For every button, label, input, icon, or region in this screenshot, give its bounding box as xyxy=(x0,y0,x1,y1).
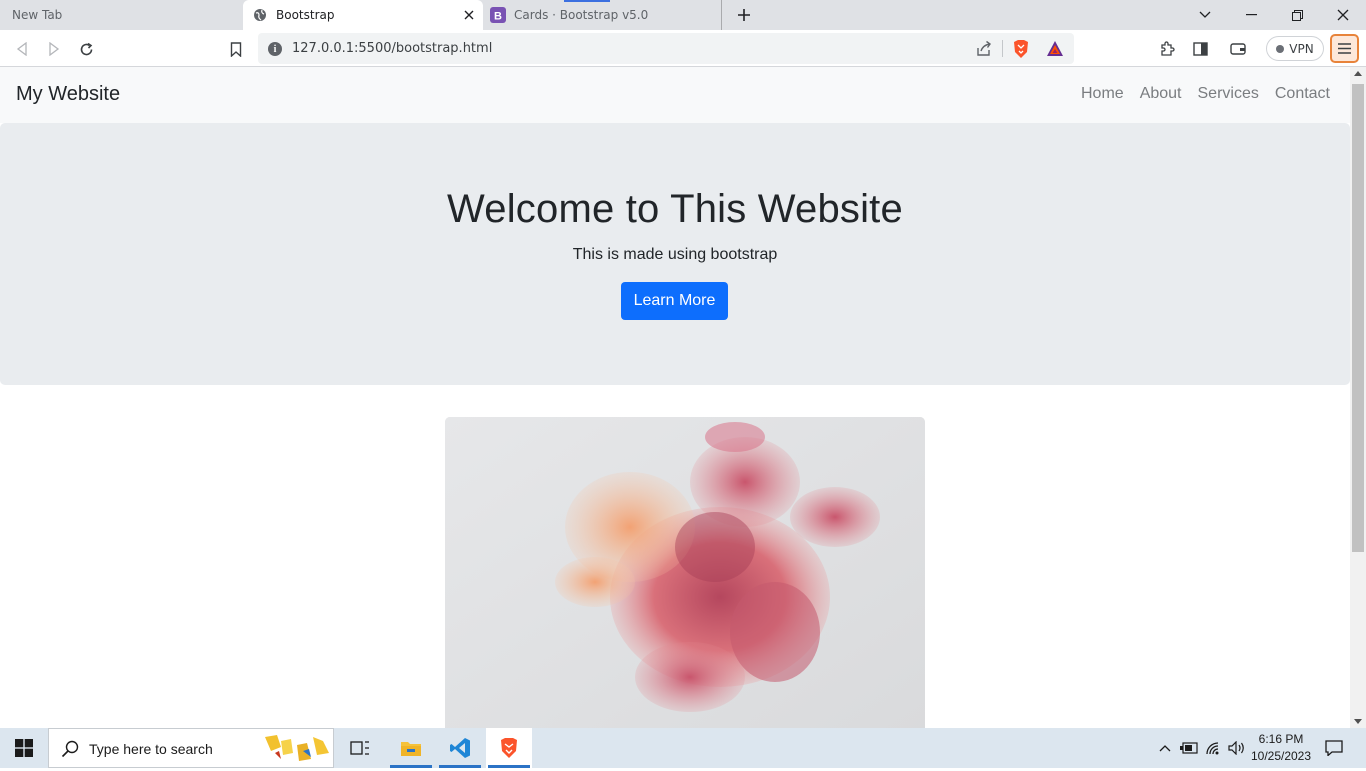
scroll-up-arrow-icon[interactable] xyxy=(1354,71,1362,76)
brave-browser-icon[interactable] xyxy=(486,728,532,768)
hero-jumbotron: Welcome to This Website This is made usi… xyxy=(0,123,1350,385)
tab-cards-bootstrap[interactable]: B Cards · Bootstrap v5.0 xyxy=(484,0,722,30)
close-tab-icon[interactable] xyxy=(461,7,477,23)
back-arrow-icon[interactable] xyxy=(10,37,34,61)
address-bar-divider xyxy=(1002,40,1003,57)
vpn-button[interactable]: VPN xyxy=(1266,36,1324,61)
hamburger-menu-icon[interactable] xyxy=(1330,34,1359,63)
vscode-icon[interactable] xyxy=(437,728,483,768)
hero-heading: Welcome to This Website xyxy=(447,187,903,231)
nav-link-home[interactable]: Home xyxy=(1073,85,1132,103)
bookmark-icon[interactable] xyxy=(224,37,248,61)
notifications-icon[interactable] xyxy=(1320,728,1348,768)
svg-text:B: B xyxy=(494,11,502,23)
tab-title: Bootstrap xyxy=(276,8,335,22)
sidebar-icon[interactable] xyxy=(1188,37,1212,61)
nav-link-contact[interactable]: Contact xyxy=(1267,85,1338,103)
restore-button[interactable] xyxy=(1274,0,1320,30)
tab-title: New Tab xyxy=(12,8,63,22)
scroll-down-arrow-icon[interactable] xyxy=(1354,719,1362,724)
nav-link-services[interactable]: Services xyxy=(1190,85,1267,103)
browser-tab-strip: New Tab Bootstrap B Cards · Bootstrap v5… xyxy=(0,0,1366,30)
wallet-icon[interactable] xyxy=(1226,37,1250,61)
card-image xyxy=(445,417,925,728)
windows-start-icon[interactable] xyxy=(0,728,48,768)
battery-icon[interactable] xyxy=(1178,728,1200,768)
new-tab-button[interactable] xyxy=(733,4,755,26)
brave-rewards-icon[interactable] xyxy=(1046,40,1064,58)
taskbar-search-box[interactable]: Type here to search xyxy=(48,728,334,768)
search-icon xyxy=(61,740,79,758)
close-window-button[interactable] xyxy=(1320,0,1366,30)
tab-title: Cards · Bootstrap v5.0 xyxy=(514,8,649,22)
learn-more-button[interactable]: Learn More xyxy=(621,282,728,320)
site-info-icon[interactable]: i xyxy=(268,42,282,56)
file-explorer-icon[interactable] xyxy=(388,728,434,768)
clock-time: 6:16 PM xyxy=(1258,732,1304,746)
globe-icon xyxy=(252,7,268,23)
hero-subtext: This is made using bootstrap xyxy=(572,246,778,263)
windows-taskbar: Type here to search 6:16 PM 10/25/2023 xyxy=(0,728,1366,768)
minimize-button[interactable] xyxy=(1228,0,1274,30)
brave-shield-icon[interactable] xyxy=(1012,39,1030,59)
bootstrap-icon: B xyxy=(490,7,506,23)
taskbar-clock[interactable]: 6:16 PM 10/25/2023 xyxy=(1248,731,1314,765)
clock-date: 10/25/2023 xyxy=(1250,749,1312,763)
page-viewport: My Website Home About Services Contact W… xyxy=(0,67,1350,728)
volume-icon[interactable] xyxy=(1226,728,1248,768)
site-navbar: My Website Home About Services Contact xyxy=(0,67,1350,123)
scrollbar-thumb[interactable] xyxy=(1352,84,1364,552)
vpn-label: VPN xyxy=(1289,41,1314,56)
vpn-status-dot xyxy=(1276,44,1285,53)
forward-arrow-icon[interactable] xyxy=(42,37,66,61)
search-highlight-art-icon xyxy=(259,731,333,767)
tab-search-chevron-icon[interactable] xyxy=(1182,0,1228,30)
share-icon[interactable] xyxy=(975,40,993,58)
site-brand[interactable]: My Website xyxy=(16,83,120,106)
tab-new-tab[interactable]: New Tab xyxy=(0,0,242,30)
nav-links: Home About Services Contact xyxy=(1073,85,1338,103)
nav-link-about[interactable]: About xyxy=(1132,85,1190,103)
task-view-icon[interactable] xyxy=(337,728,383,768)
reload-icon[interactable] xyxy=(74,37,98,61)
page-scrollbar[interactable] xyxy=(1350,67,1366,728)
wifi-icon[interactable] xyxy=(1203,728,1225,768)
search-placeholder: Type here to search xyxy=(89,741,213,757)
extensions-icon[interactable] xyxy=(1155,37,1179,61)
tab-bootstrap[interactable]: Bootstrap xyxy=(243,0,483,30)
url-text[interactable]: 127.0.0.1:5500/bootstrap.html xyxy=(292,41,492,56)
address-bar[interactable]: i 127.0.0.1:5500/bootstrap.html xyxy=(258,33,1074,64)
browser-toolbar: i 127.0.0.1:5500/bootstrap.html VPN xyxy=(0,30,1366,67)
show-hidden-icons-chevron-icon[interactable] xyxy=(1156,728,1174,768)
